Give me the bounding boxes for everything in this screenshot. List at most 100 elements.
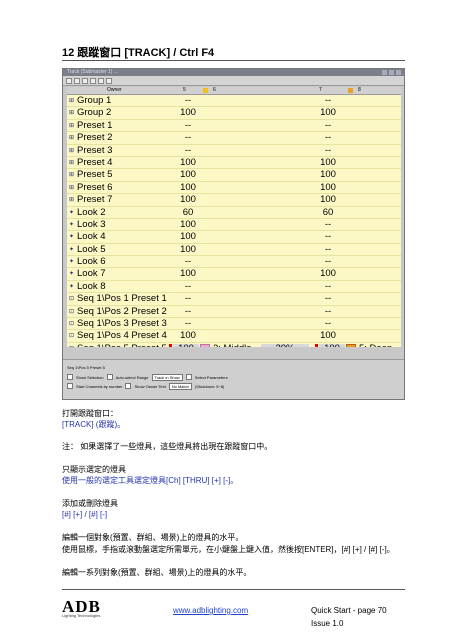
table-row[interactable]: ⊞ Group 2 100 100 (67, 107, 401, 120)
row-name: ✦ Look 6 (69, 256, 106, 268)
cell-value-5[interactable]: -- (173, 95, 203, 106)
row-type-icon: ⊡ (69, 321, 75, 328)
cell-value-5[interactable]: 60 (173, 207, 203, 218)
maximize-icon[interactable] (389, 70, 394, 75)
cell-value-5[interactable]: -- (173, 145, 203, 156)
cell-value-7[interactable]: 100 (312, 268, 344, 279)
cell-value-5[interactable]: -- (173, 293, 203, 304)
cell-value-7[interactable]: -- (312, 145, 344, 156)
checkbox[interactable] (125, 383, 132, 389)
minimize-icon[interactable] (382, 70, 387, 75)
row-type-icon: ⊞ (69, 197, 75, 204)
table-row[interactable]: ⊞ Preset 5 100 100 (67, 169, 401, 182)
cell-value-5[interactable]: -- (173, 132, 203, 143)
track-mode-dropdown[interactable]: Track in Show (151, 373, 183, 381)
row-name: ⊡ Seq 1\Pos 4 Preset 4 (69, 330, 167, 342)
cell-value-7[interactable]: 100 (312, 194, 344, 205)
cell-value-7[interactable]: -- (312, 293, 344, 304)
group-icon[interactable] (74, 77, 80, 84)
table-row[interactable]: ⊞ Preset 1 -- -- (67, 119, 401, 133)
cell-value-5[interactable]: 100 (173, 268, 203, 279)
preset-icon[interactable] (82, 77, 88, 84)
cell-value-7[interactable]: -- (312, 281, 344, 292)
table-row[interactable]: ⊞ Preset 2 -- -- (67, 132, 401, 145)
cell-value-7[interactable]: -- (312, 95, 344, 106)
look-icon[interactable] (90, 77, 96, 84)
cell-percent[interactable]: 20% (261, 343, 309, 347)
cell-value-5[interactable]: 100 (173, 107, 203, 118)
seq-icon[interactable] (98, 77, 104, 84)
cell-value-7[interactable]: -- (312, 132, 344, 143)
cell-value-5[interactable]: 100 (173, 182, 203, 193)
table-row[interactable]: ⊡ Seq 1\Pos 2 Preset 2 -- -- (67, 305, 401, 319)
cell-value-5[interactable]: 100 (173, 169, 203, 180)
track-grid: Owner 5 6 7 8 ⊞ Group 1 -- -- ⊞ Group 2 100 100… (67, 87, 401, 347)
table-row[interactable]: ✦ Look 6 -- -- (67, 256, 401, 269)
cell-value-5[interactable]: 100 (173, 231, 203, 242)
table-row[interactable]: ✦ Look 7 100 100 (67, 268, 401, 281)
table-row[interactable]: ⊞ Preset 6 100 100 (67, 181, 401, 195)
cell-value-7[interactable]: 60 (312, 207, 344, 218)
cell-value-7[interactable]: 100 (312, 330, 344, 341)
cell-value-5[interactable]: -- (173, 256, 203, 267)
cell-value-7[interactable]: -- (312, 306, 344, 317)
cell-value-5[interactable]: -- (173, 318, 203, 329)
close-icon[interactable] (396, 70, 401, 75)
cell-value-5[interactable]: 100 (173, 330, 203, 341)
cell-value-5[interactable]: 100 (173, 219, 203, 230)
cell-value-5[interactable]: 100 (173, 343, 199, 347)
grid-header: Owner 5 6 7 8 (67, 87, 401, 95)
cell-value-7[interactable]: 100 (312, 107, 344, 118)
table-row[interactable]: ⊞ Preset 7 100 100 (67, 194, 401, 207)
orange-swatch (346, 344, 356, 347)
owner-header: Owner (107, 87, 122, 93)
para-heading-add: 添加或刪除燈具 (62, 499, 118, 508)
row-type-icon: ⊡ (69, 344, 75, 347)
cell-value-5[interactable]: 100 (173, 194, 203, 205)
table-row[interactable]: ⊡ Seq 1\Pos 4 Preset 4 100 100 (67, 330, 401, 343)
table-row[interactable]: ⊡ Seq 1\Pos 1 Preset 1 -- -- (67, 293, 401, 306)
cell-preset-ref[interactable]: 5: Deep ... (359, 343, 401, 347)
row-label: Preset 7 (77, 194, 113, 206)
checkbox[interactable] (185, 374, 192, 380)
checkbox[interactable] (67, 383, 73, 389)
track-icon[interactable] (106, 77, 112, 84)
cell-value-7[interactable]: -- (312, 219, 344, 230)
checkbox[interactable] (67, 374, 73, 380)
row-type-icon: ✦ (69, 259, 75, 266)
row-label: Seq 1\Pos 3 Preset 3 (77, 318, 167, 330)
website-link[interactable]: www.adblighting.com (173, 606, 248, 615)
table-row[interactable]: ⊞ Group 1 -- -- (67, 95, 401, 108)
table-row[interactable]: ✦ Look 2 60 60 (67, 206, 401, 219)
row-name: ✦ Look 8 (69, 281, 106, 293)
cell-value-7[interactable]: 100 (312, 182, 344, 193)
table-row[interactable]: ⊞ Preset 3 -- -- (67, 144, 401, 157)
table-row[interactable]: ✦ Look 4 100 -- (67, 231, 401, 244)
cell-value-7[interactable]: 100 (319, 343, 345, 347)
checkbox[interactable] (106, 374, 113, 380)
table-row[interactable]: ⊡ Seq 1\Pos 3 Preset 3 -- -- (67, 318, 401, 331)
cell-value-7[interactable]: 100 (312, 157, 344, 168)
cell-preset-ref[interactable]: 2: Middle ... (213, 343, 262, 347)
cell-value-7[interactable]: -- (312, 318, 344, 329)
cell-value-5[interactable]: 100 (173, 157, 203, 168)
cell-value-7[interactable]: -- (312, 231, 344, 242)
row-label: Group 2 (77, 107, 112, 119)
match-dropdown[interactable]: No Match (168, 382, 192, 390)
table-row[interactable]: ⊞ Preset 4 100 100 (67, 156, 401, 170)
cell-value-5[interactable]: 100 (173, 244, 203, 255)
cell-value-7[interactable]: 100 (312, 169, 344, 180)
cell-value-7[interactable]: -- (312, 120, 344, 131)
cell-value-5[interactable]: -- (173, 120, 203, 131)
filter-icon[interactable] (66, 77, 72, 84)
cell-value-5[interactable]: -- (173, 306, 203, 317)
row-type-icon: ✦ (69, 283, 75, 290)
table-row[interactable]: ✦ Look 3 100 -- (67, 218, 401, 232)
table-row[interactable]: ✦ Look 8 -- -- (67, 280, 401, 294)
cell-value-7[interactable]: -- (312, 244, 344, 255)
cell-value-5[interactable]: -- (173, 281, 203, 292)
table-row[interactable]: ✦ Look 5 100 -- (67, 243, 401, 257)
table-row[interactable]: ⊡Seq 1\Pos 5 Preset 5 100 2: Middle ...20%… (67, 342, 401, 347)
cell-value-7[interactable]: -- (312, 256, 344, 267)
row-type-icon: ✦ (69, 246, 75, 253)
